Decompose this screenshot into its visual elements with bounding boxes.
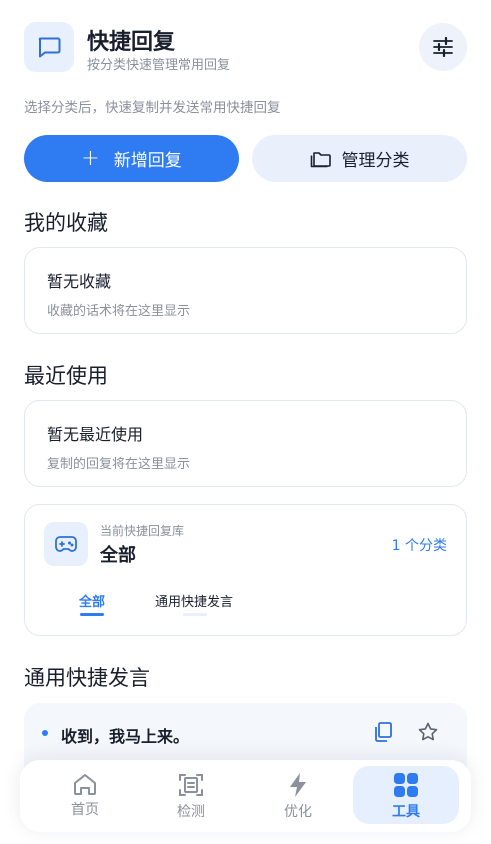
favorites-section-title: 我的收藏 — [24, 211, 108, 235]
recent-card: 暂无最近使用 复制的回复将在这里显示 — [24, 400, 467, 487]
manage-categories-button[interactable]: 管理分类 — [252, 135, 467, 182]
tab-all-indicator — [80, 613, 104, 616]
category-count[interactable]: 1 个分类 — [392, 535, 447, 555]
library-name: 全部 — [100, 545, 136, 566]
hint-text: 选择分类后，快速复制并发送常用快捷回复 — [24, 100, 281, 116]
category-section-title: 通用快捷发言 — [24, 666, 150, 690]
bottom-nav: 首页 检测 优化 工具 — [20, 760, 471, 832]
library-label: 当前快捷回复库 — [100, 524, 185, 538]
manage-categories-label: 管理分类 — [341, 151, 410, 171]
tab-general-indicator — [183, 613, 207, 616]
star-icon[interactable] — [417, 721, 439, 747]
library-card: 当前快捷回复库 全部 1 个分类 全部 通用快捷发言 — [24, 504, 467, 636]
recent-empty-title: 暂无最近使用 — [47, 425, 144, 444]
favorites-empty-title: 暂无收藏 — [47, 272, 112, 291]
home-icon — [74, 774, 96, 795]
tab-general-replies[interactable]: 通用快捷发言 — [155, 591, 233, 610]
folder-icon — [310, 151, 331, 167]
gamepad-icon — [44, 522, 88, 566]
nav-optimize-label: 优化 — [284, 804, 312, 820]
nav-detect[interactable]: 检测 — [138, 766, 244, 824]
favorites-card: 暂无收藏 收藏的话术将在这里显示 — [24, 247, 467, 334]
add-reply-label: 新增回复 — [113, 151, 182, 171]
favorites-empty-subtitle: 收藏的话术将在这里显示 — [47, 304, 191, 319]
nav-tools-label: 工具 — [392, 804, 420, 820]
page-subtitle: 按分类快速管理常用回复 — [87, 58, 231, 73]
copy-icon[interactable] — [372, 721, 394, 747]
nav-optimize[interactable]: 优化 — [245, 766, 351, 824]
page-title: 快捷回复 — [87, 30, 176, 55]
bolt-icon — [290, 773, 306, 797]
recent-empty-subtitle: 复制的回复将在这里显示 — [47, 457, 191, 472]
recent-section-title: 最近使用 — [24, 364, 108, 388]
add-reply-button[interactable]: + 新增回复 — [24, 135, 239, 182]
nav-home-label: 首页 — [71, 802, 99, 818]
plus-icon: + — [81, 145, 100, 171]
nav-detect-label: 检测 — [177, 804, 205, 820]
sliders-icon — [433, 37, 453, 57]
nav-tools[interactable]: 工具 — [353, 766, 459, 824]
bullet-dot — [42, 730, 48, 736]
nav-home[interactable]: 首页 — [32, 766, 138, 824]
grid-icon — [394, 773, 418, 797]
tab-all[interactable]: 全部 — [79, 591, 105, 610]
scan-icon — [179, 774, 203, 796]
message-icon — [24, 22, 74, 72]
reply-text: 收到，我马上来。 — [61, 727, 190, 746]
settings-button[interactable] — [419, 23, 467, 71]
header: 快捷回复 按分类快速管理常用回复 — [24, 22, 467, 73]
